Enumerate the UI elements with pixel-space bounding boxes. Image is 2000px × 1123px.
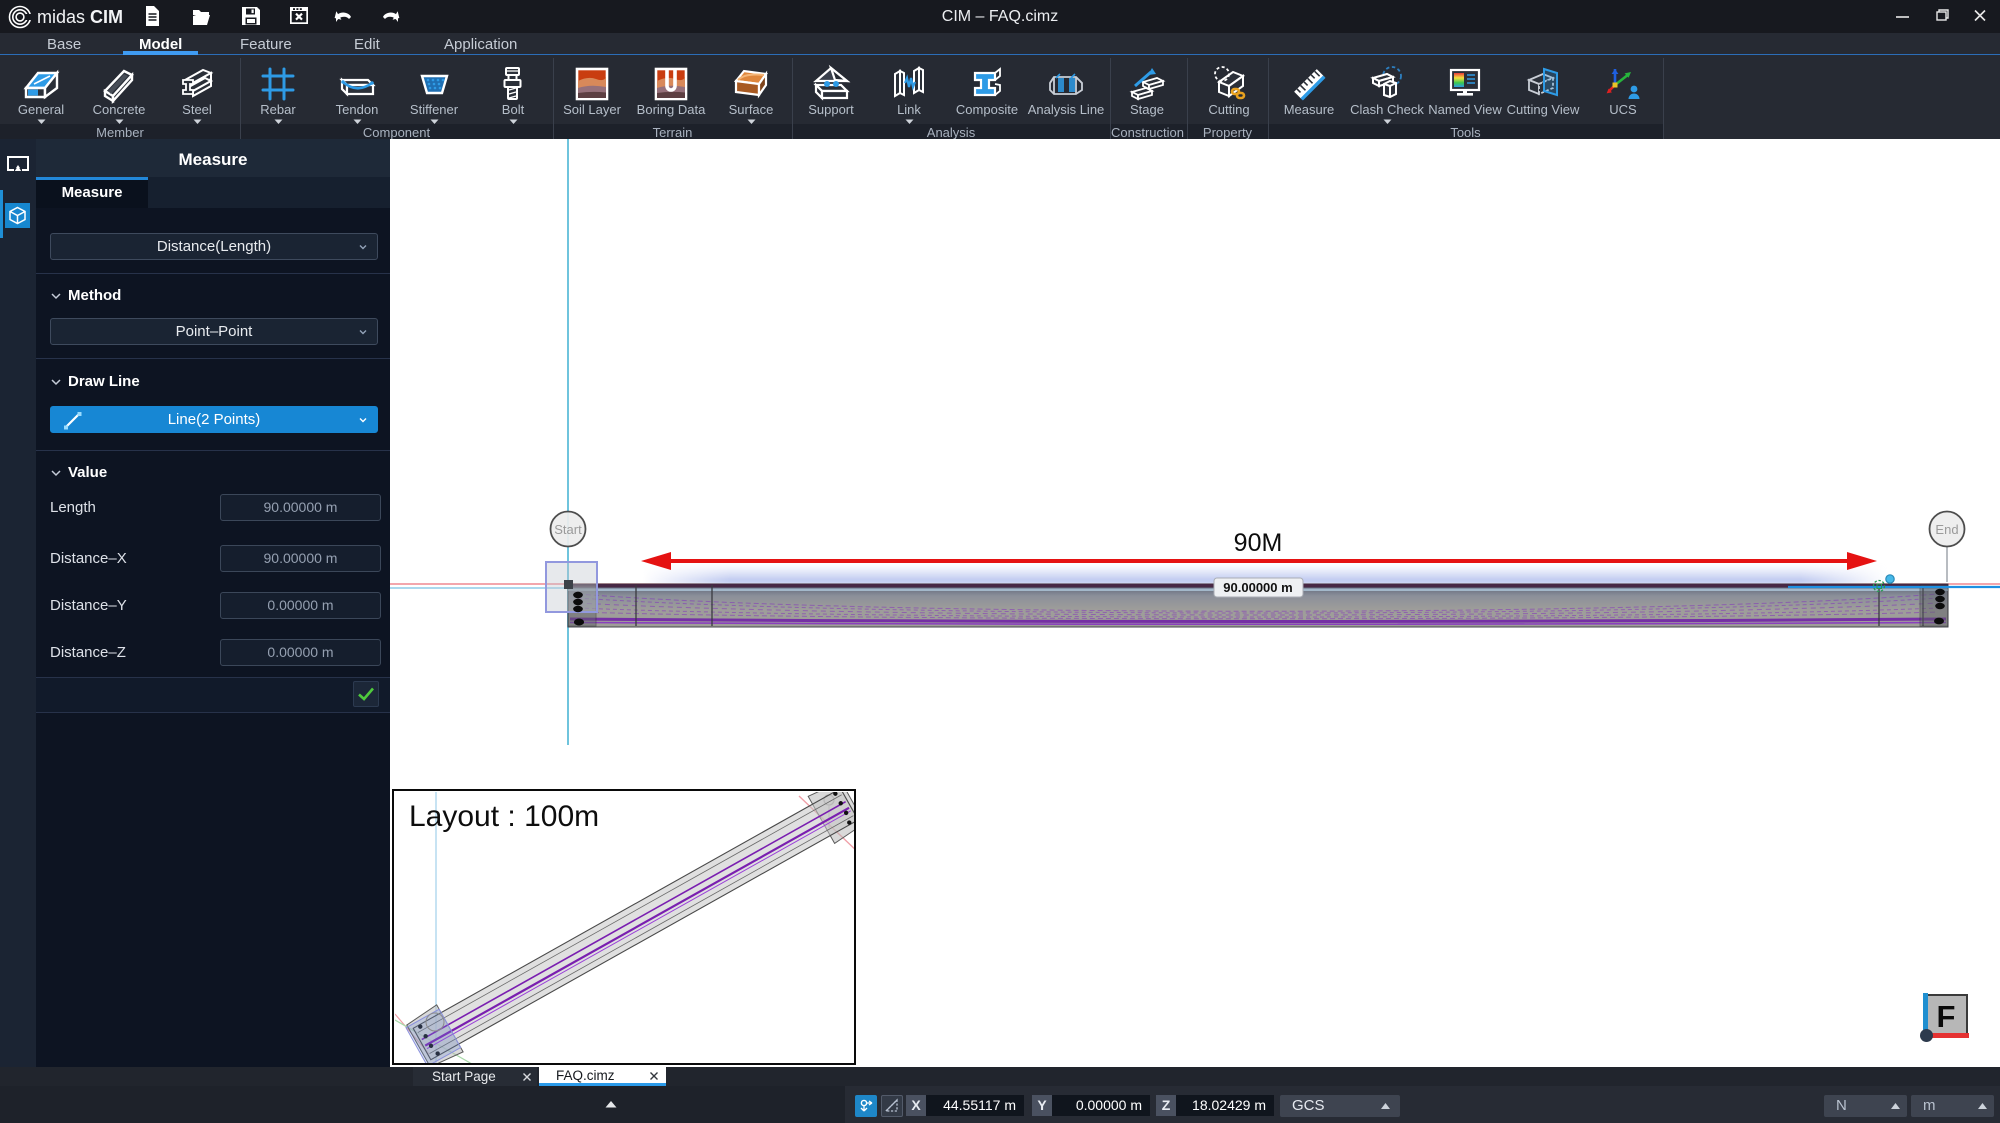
svg-text:90.00000 m: 90.00000 m	[1223, 580, 1292, 595]
svg-text:Layout : 100m: Layout : 100m	[409, 800, 599, 833]
svg-text:End: End	[1935, 522, 1958, 537]
svg-text:Start: Start	[554, 522, 582, 537]
svg-text:90M: 90M	[1234, 529, 1283, 557]
